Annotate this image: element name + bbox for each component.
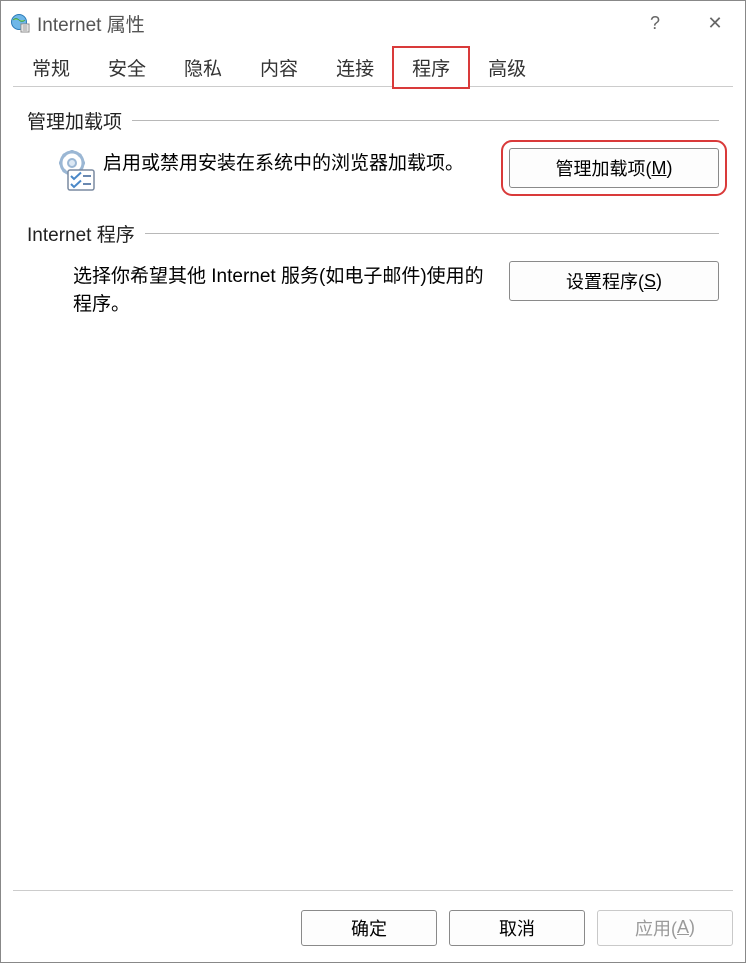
button-label-suffix: ) [689, 917, 695, 938]
button-label-suffix: ) [656, 271, 662, 292]
tab-content[interactable]: 内容 [241, 47, 317, 87]
button-label: 确定 [351, 915, 387, 941]
apply-button[interactable]: 应用(A) [597, 910, 733, 946]
tab-strip: 常规 安全 隐私 内容 连接 程序 高级 [13, 45, 733, 87]
tab-programs[interactable]: 程序 [393, 47, 469, 88]
button-accelerator: M [652, 158, 667, 179]
window-title: Internet 属性 [37, 10, 145, 37]
close-button[interactable]: ✕ [685, 1, 745, 45]
tab-label: 高级 [488, 59, 526, 80]
ok-button[interactable]: 确定 [301, 910, 437, 946]
cancel-button[interactable]: 取消 [449, 910, 585, 946]
help-icon: ? [650, 13, 660, 34]
manage-addons-button[interactable]: 管理加载项(M) [509, 148, 719, 188]
group-manage-addons: 管理加载项 [27, 107, 719, 192]
group-header: Internet 程序 [27, 220, 719, 247]
internet-options-icon [9, 12, 31, 34]
tab-connections[interactable]: 连接 [317, 47, 393, 87]
programs-description: 选择你希望其他 Internet 服务(如电子邮件)使用的程序。 [73, 261, 499, 318]
group-title: 管理加载项 [27, 107, 132, 134]
tab-general[interactable]: 常规 [13, 47, 89, 87]
tab-label: 安全 [108, 59, 146, 80]
tab-privacy[interactable]: 隐私 [165, 47, 241, 87]
help-button[interactable]: ? [625, 1, 685, 45]
button-label-prefix: 设置程序( [566, 268, 644, 294]
set-programs-button[interactable]: 设置程序(S) [509, 261, 719, 301]
tab-label: 常规 [32, 59, 70, 80]
tab-security[interactable]: 安全 [89, 47, 165, 87]
addons-gear-icon [47, 148, 103, 192]
group-header: 管理加载项 [27, 107, 719, 134]
tabs-container: 常规 安全 隐私 内容 连接 程序 高级 [1, 45, 745, 87]
tab-panel-programs: 管理加载项 [13, 87, 733, 890]
tab-advanced[interactable]: 高级 [469, 47, 545, 87]
tab-label: 程序 [412, 59, 450, 80]
dialog-window: Internet 属性 ? ✕ 常规 安全 隐私 内容 连接 程序 高级 管理加… [0, 0, 746, 963]
dialog-footer: 确定 取消 应用(A) [13, 890, 733, 952]
button-label: 取消 [499, 915, 535, 941]
group-divider [145, 233, 719, 234]
close-icon: ✕ [707, 13, 722, 34]
button-label-prefix: 应用( [635, 915, 677, 941]
tab-label: 连接 [336, 59, 374, 80]
button-label-suffix: ) [667, 158, 673, 179]
button-label-prefix: 管理加载项( [556, 155, 652, 181]
group-internet-programs: Internet 程序 选择你希望其他 Internet 服务(如电子邮件)使用… [27, 220, 719, 318]
group-title: Internet 程序 [27, 220, 145, 247]
button-accelerator: S [644, 271, 656, 292]
button-accelerator: A [677, 917, 689, 938]
titlebar: Internet 属性 ? ✕ [1, 1, 745, 45]
tab-label: 内容 [260, 59, 298, 80]
tab-label: 隐私 [184, 59, 222, 80]
addons-description: 启用或禁用安装在系统中的浏览器加载项。 [103, 148, 499, 178]
group-divider [132, 120, 719, 121]
